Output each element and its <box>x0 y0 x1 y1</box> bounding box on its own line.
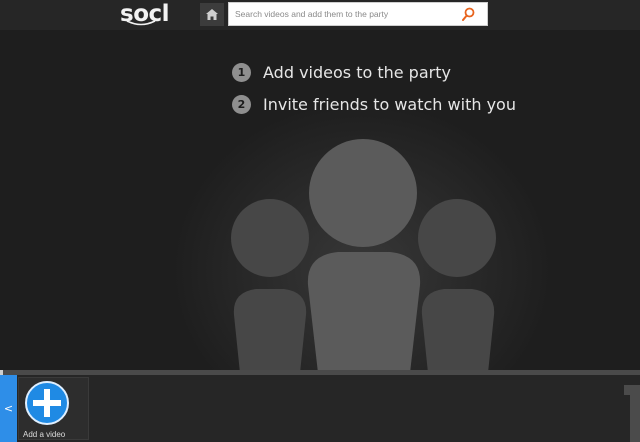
logo-smile-icon <box>126 20 156 26</box>
home-icon <box>206 9 218 20</box>
add-video-label: Add a video <box>23 430 66 439</box>
step-text: Add videos to the party <box>263 63 451 82</box>
back-button[interactable]: < <box>0 375 17 442</box>
search-box <box>228 2 488 26</box>
corner-decoration <box>618 381 640 442</box>
step-text: Invite friends to watch with you <box>263 95 516 114</box>
plus-icon <box>33 389 61 417</box>
add-circle <box>25 381 69 425</box>
step-number: 2 <box>232 95 251 114</box>
video-tray: < Add a video <box>0 375 640 442</box>
search-input[interactable] <box>229 3 457 25</box>
search-icon[interactable] <box>462 7 475 22</box>
home-button[interactable] <box>200 3 224 26</box>
step-number: 1 <box>232 63 251 82</box>
top-bar: socl <box>0 0 640 30</box>
party-area: 1 Add videos to the party 2 Invite frien… <box>0 30 640 370</box>
step-invite-friends: 2 Invite friends to watch with you <box>232 95 516 114</box>
step-add-videos: 1 Add videos to the party <box>232 63 451 82</box>
socl-logo[interactable]: socl <box>120 0 172 30</box>
add-video-button[interactable]: Add a video <box>18 377 89 440</box>
